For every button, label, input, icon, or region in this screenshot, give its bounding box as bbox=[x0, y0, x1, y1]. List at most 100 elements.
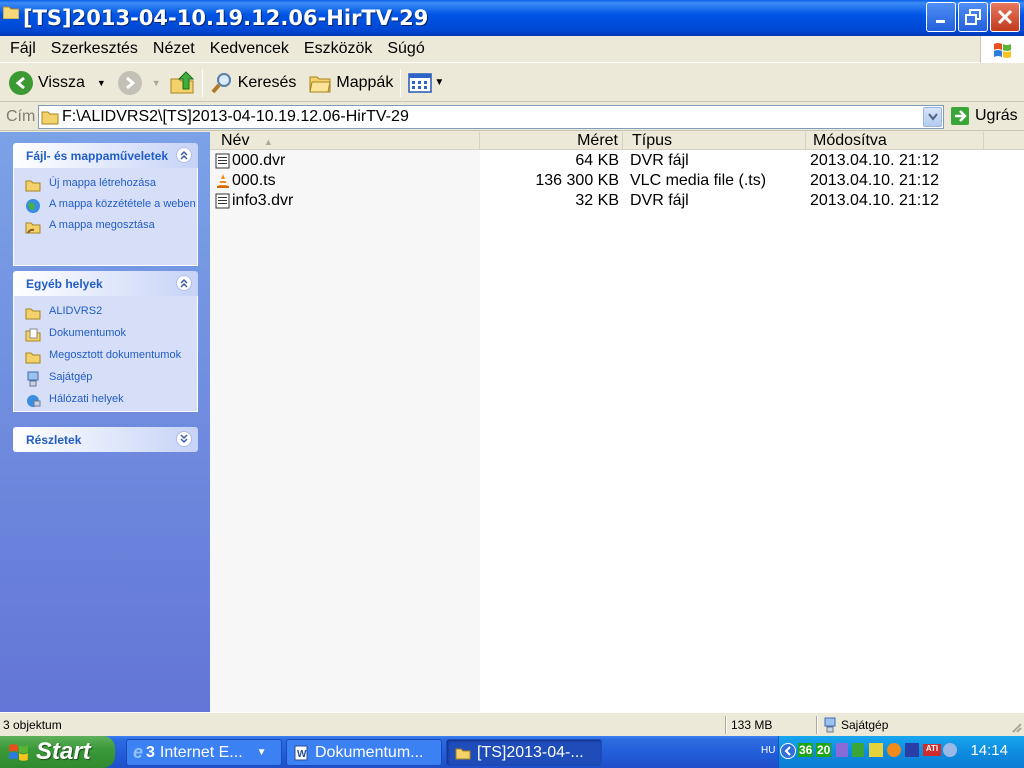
ati-icon[interactable]: ATI bbox=[923, 744, 941, 756]
resize-grip-icon[interactable] bbox=[1010, 721, 1022, 733]
menu-help[interactable]: Súgó bbox=[382, 40, 429, 58]
windows-flag-icon bbox=[993, 42, 1011, 58]
maximize-button[interactable] bbox=[958, 2, 988, 32]
file-modified: 2013.04.10. 21:12 bbox=[810, 192, 940, 209]
search-label: Keresés bbox=[237, 73, 297, 91]
menu-view[interactable]: Nézet bbox=[148, 40, 200, 58]
column-size[interactable]: Méret bbox=[480, 132, 623, 150]
language-indicator[interactable]: HU bbox=[761, 745, 775, 756]
title-bar[interactable]: [TS]2013-04-10.19.12.06-HirTV-29 bbox=[0, 0, 1024, 36]
column-header-row: Név ▲ Méret Típus Módosítva bbox=[210, 132, 1024, 150]
expand-icon[interactable] bbox=[176, 431, 192, 447]
publish-web-link[interactable]: A mappa közzététele a weben bbox=[24, 198, 197, 213]
taskbar-button-internet-explorer[interactable]: e 3 Internet E... ▼ bbox=[126, 739, 282, 766]
details-header[interactable]: Részletek bbox=[13, 427, 198, 452]
folder-up-icon bbox=[170, 70, 194, 93]
forward-dropdown-icon: ▼ bbox=[151, 77, 161, 88]
tray-avast-icon[interactable] bbox=[887, 743, 901, 757]
back-button[interactable]: Vissza ▼ bbox=[5, 67, 110, 99]
file-tasks-header[interactable]: Fájl- és mappaműveletek bbox=[13, 143, 198, 168]
dvr-file-icon bbox=[215, 153, 230, 169]
window-title: [TS]2013-04-10.19.12.06-HirTV-29 bbox=[23, 6, 429, 30]
task-pane: Fájl- és mappaműveletek Új mappa létreho… bbox=[0, 132, 210, 712]
start-button[interactable]: Start bbox=[0, 736, 115, 768]
column-name[interactable]: Név ▲ bbox=[210, 132, 480, 150]
details-panel: Részletek bbox=[13, 427, 198, 452]
toolbar: Vissza ▼ ▼ Keresés Mappák ▼ bbox=[0, 64, 1024, 102]
tray-security-icon[interactable] bbox=[905, 743, 919, 757]
tray-update-icon[interactable] bbox=[943, 743, 957, 757]
place-alidvrs2[interactable]: ALIDVRS2 bbox=[24, 305, 197, 320]
place-network[interactable]: Hálózati helyek bbox=[24, 393, 197, 408]
file-list: Név ▲ Méret Típus Módosítva 000.dvr 64 K… bbox=[210, 132, 1024, 712]
close-button[interactable] bbox=[990, 2, 1020, 32]
clock[interactable]: 14:14 bbox=[970, 742, 1008, 759]
taskbar-button-explorer[interactable]: [TS]2013-04-... bbox=[446, 739, 602, 766]
go-button[interactable]: Ugrás bbox=[950, 106, 1018, 126]
folder-icon bbox=[455, 748, 471, 759]
toolbar-separator bbox=[201, 68, 203, 97]
address-bar: Cím F:\ALIDVRS2\[TS]2013-04-10.19.12.06-… bbox=[0, 103, 1024, 131]
minimize-button[interactable] bbox=[926, 2, 956, 32]
place-documents[interactable]: Dokumentumok bbox=[24, 327, 197, 342]
restore-icon bbox=[965, 9, 981, 25]
views-button[interactable]: ▼ bbox=[404, 67, 448, 99]
new-folder-label: Új mappa létrehozása bbox=[49, 177, 157, 189]
menu-edit[interactable]: Szerkesztés bbox=[46, 40, 143, 58]
other-places-header[interactable]: Egyéb helyek bbox=[13, 271, 198, 296]
tray-network-icon[interactable] bbox=[869, 743, 883, 757]
task-label: Dokumentum... bbox=[315, 743, 424, 761]
file-tasks-body: Új mappa létrehozása A mappa közzététele… bbox=[13, 168, 198, 266]
back-dropdown-icon[interactable]: ▼ bbox=[97, 78, 106, 88]
file-type: DVR fájl bbox=[630, 152, 689, 169]
shared-folder-icon bbox=[24, 349, 41, 364]
start-label: Start bbox=[36, 738, 91, 765]
task-label: [TS]2013-04-... bbox=[477, 743, 584, 761]
forward-button[interactable]: ▼ bbox=[114, 67, 165, 99]
column-type-label: Típus bbox=[632, 132, 673, 149]
task-label: Internet E... bbox=[159, 743, 243, 761]
folder-icon bbox=[41, 111, 59, 125]
dvr-file-icon bbox=[215, 193, 230, 209]
tray-app-icon[interactable] bbox=[836, 743, 848, 757]
file-row[interactable]: 000.dvr 64 KB DVR fájl 2013.04.10. 21:12 bbox=[210, 151, 1024, 171]
tray-speaker-icon[interactable] bbox=[852, 743, 864, 757]
column-type[interactable]: Típus bbox=[623, 132, 806, 150]
taskbar-button-documents[interactable]: W Dokumentum... bbox=[286, 739, 442, 766]
menu-favorites[interactable]: Kedvencek bbox=[205, 40, 294, 58]
share-folder-link[interactable]: A mappa megosztása bbox=[24, 219, 197, 234]
address-input[interactable]: F:\ALIDVRS2\[TS]2013-04-10.19.12.06-HirT… bbox=[38, 105, 944, 129]
windows-logo bbox=[980, 36, 1024, 63]
views-icon bbox=[408, 72, 433, 93]
file-name: info3.dvr bbox=[232, 192, 294, 209]
address-dropdown-button[interactable] bbox=[923, 107, 942, 127]
show-hidden-icons-button[interactable] bbox=[780, 743, 796, 759]
search-icon bbox=[211, 72, 231, 93]
new-folder-link[interactable]: Új mappa létrehozása bbox=[24, 177, 197, 192]
menu-tools[interactable]: Eszközök bbox=[299, 40, 377, 58]
menu-file[interactable]: Fájl bbox=[5, 40, 41, 58]
search-button[interactable]: Keresés bbox=[206, 67, 301, 99]
file-row[interactable]: info3.dvr 32 KB DVR fájl 2013.04.10. 21:… bbox=[210, 191, 1024, 211]
place-my-computer[interactable]: Sajátgép bbox=[24, 371, 197, 386]
tray-badge-2[interactable]: 20 bbox=[816, 743, 832, 757]
folders-button[interactable]: Mappák bbox=[304, 67, 397, 99]
share-folder-label: A mappa megosztása bbox=[49, 219, 155, 231]
collapse-icon[interactable] bbox=[176, 275, 192, 291]
svg-text:W: W bbox=[297, 749, 307, 760]
column-modified[interactable]: Módosítva bbox=[806, 132, 984, 150]
globe-icon bbox=[24, 198, 41, 213]
file-tasks-title: Fájl- és mappaműveletek bbox=[26, 148, 169, 163]
place-alidvrs2-label: ALIDVRS2 bbox=[49, 305, 103, 317]
other-places-panel: Egyéb helyek ALIDVRS2 Dokumentumok Megos… bbox=[13, 271, 198, 412]
file-row[interactable]: 000.ts 136 300 KB VLC media file (.ts) 2… bbox=[210, 171, 1024, 191]
column-name-label: Név bbox=[221, 132, 250, 149]
place-shared-documents[interactable]: Megosztott dokumentumok bbox=[24, 349, 197, 364]
collapse-icon[interactable] bbox=[176, 147, 192, 163]
up-button[interactable] bbox=[165, 67, 199, 99]
status-size: 133 MB bbox=[731, 718, 773, 732]
column-modified-label: Módosítva bbox=[813, 132, 887, 149]
sorted-column-shade bbox=[210, 150, 480, 712]
tray-badge-1[interactable]: 36 bbox=[798, 743, 814, 757]
back-arrow-icon bbox=[9, 70, 33, 95]
